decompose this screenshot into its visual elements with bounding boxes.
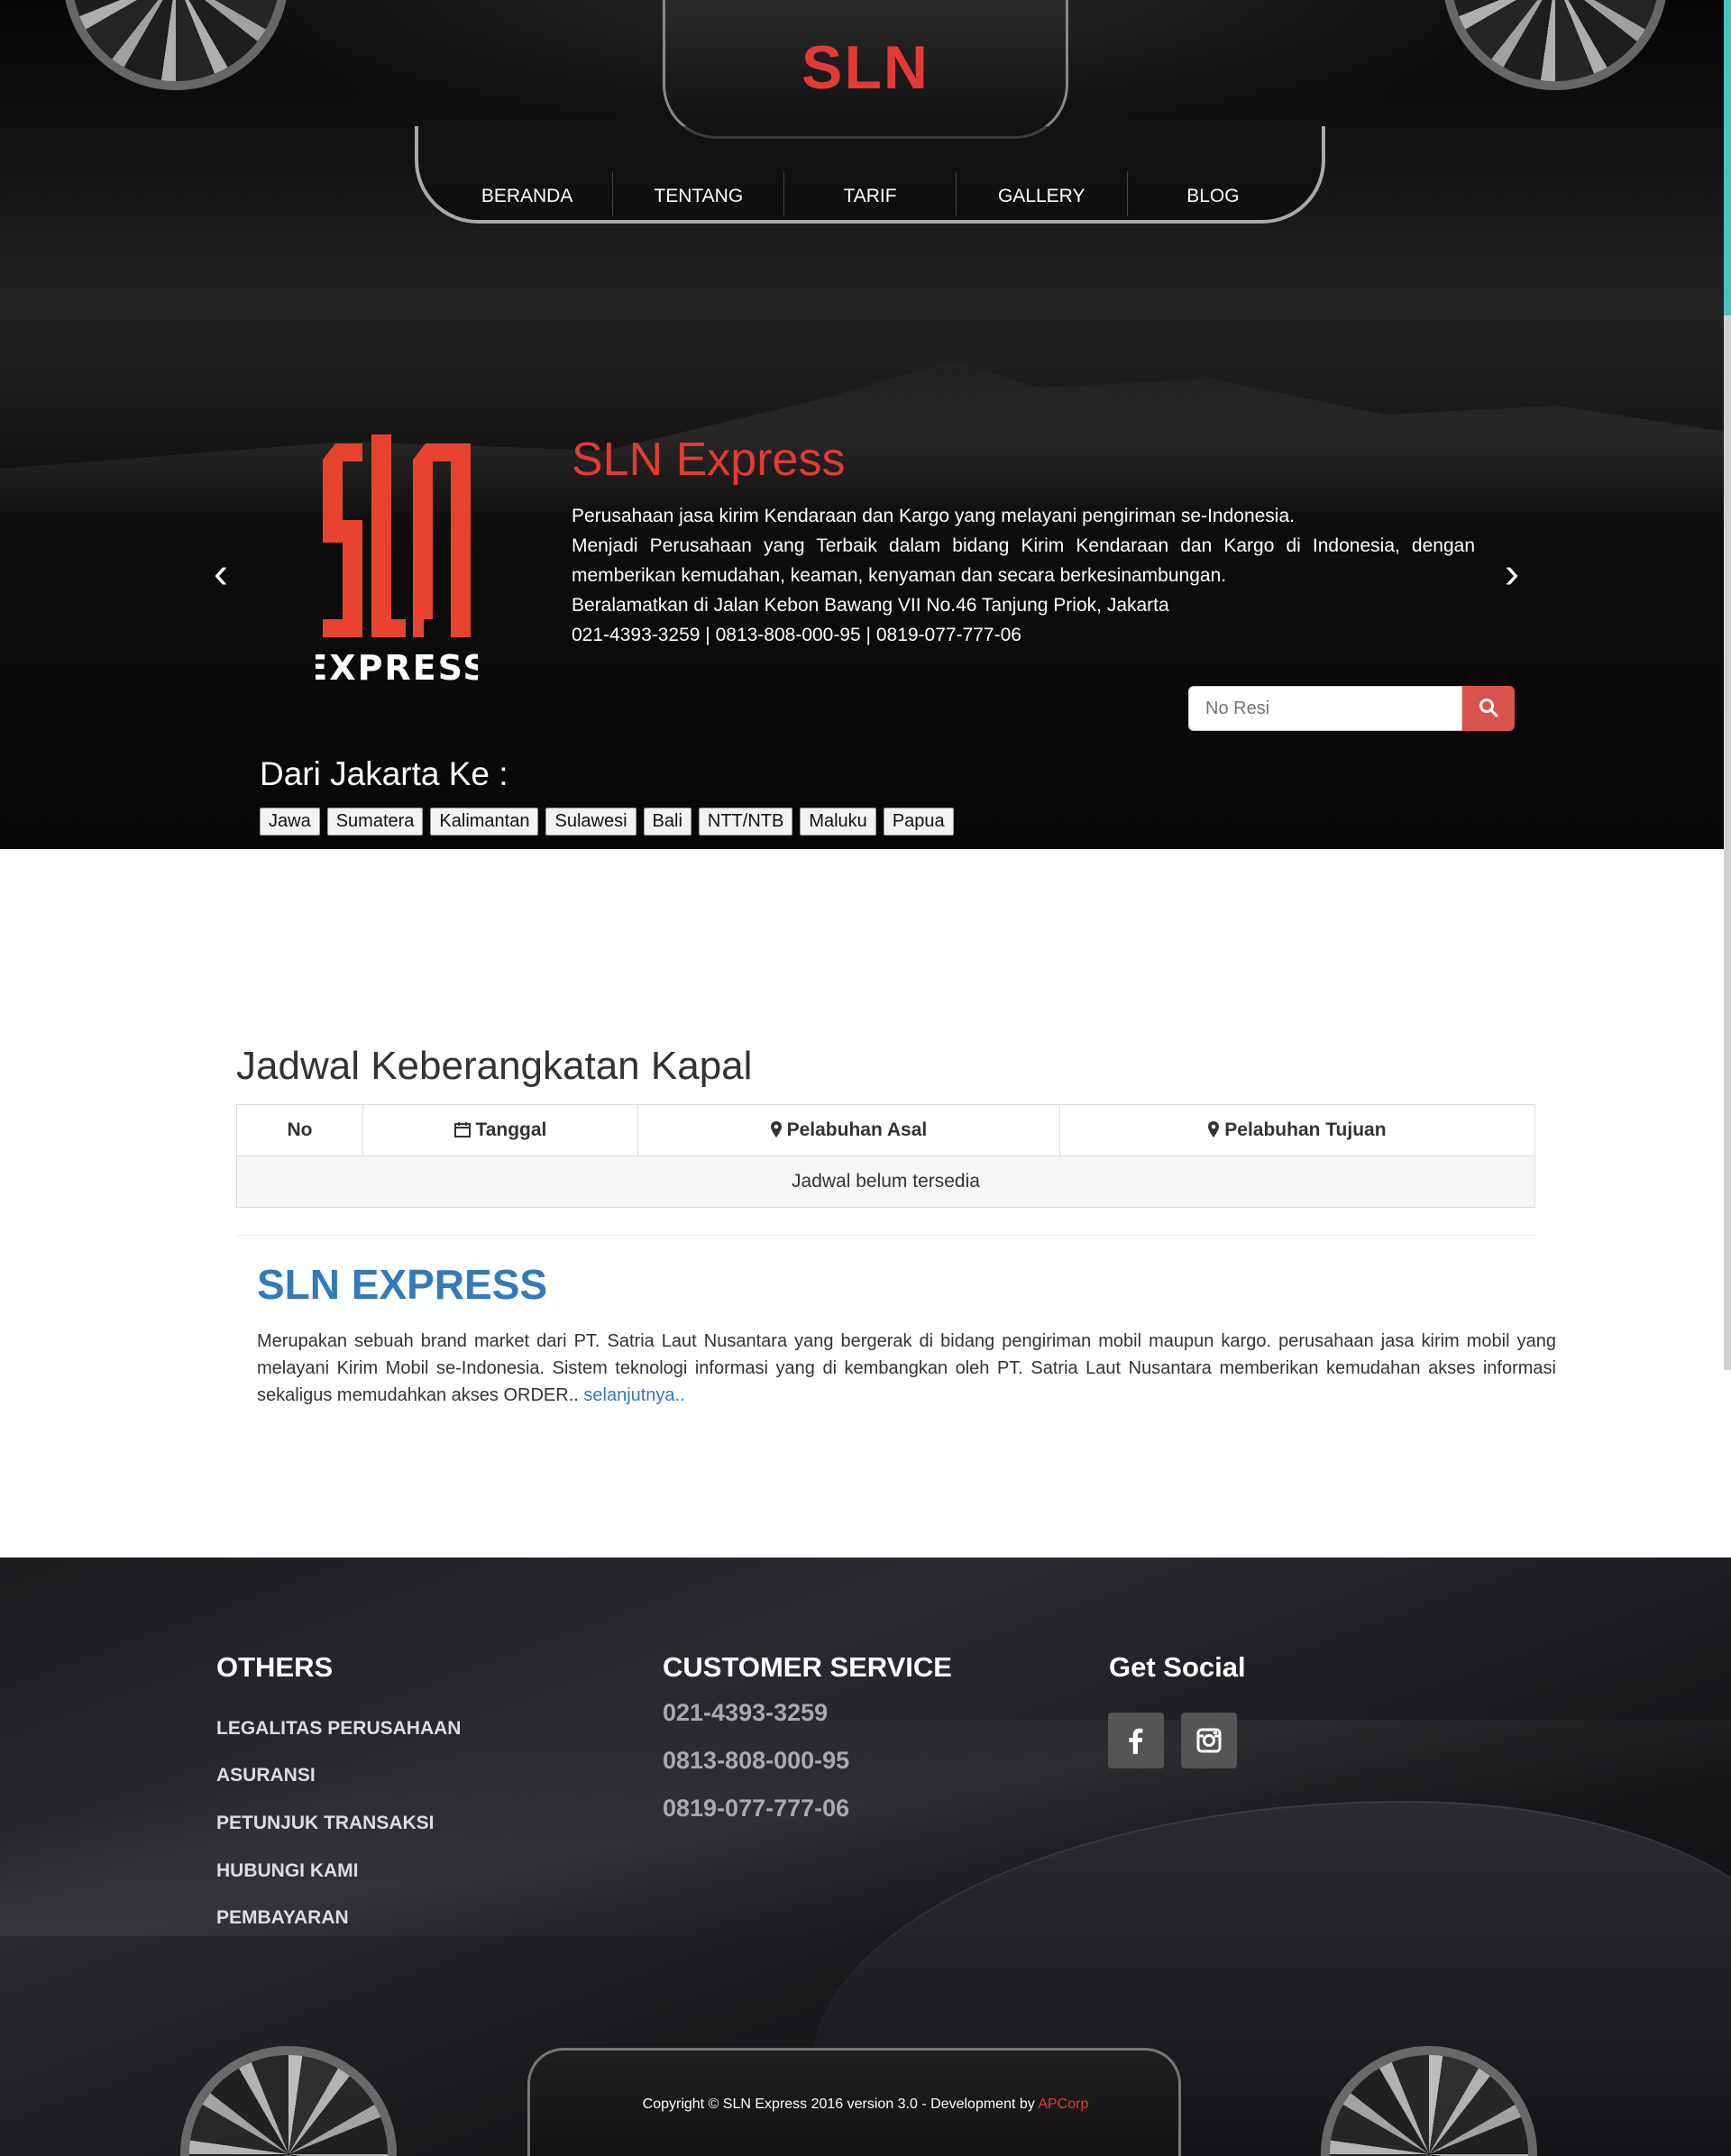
about-text: Merupakan sebuah brand market dari PT. S… xyxy=(257,1328,1556,1409)
col-tanggal-label: Tanggal xyxy=(475,1119,547,1140)
nav-gallery[interactable]: GALLERY xyxy=(957,171,1128,216)
copyright-text: Copyright © SLN Express 2016 version 3.0… xyxy=(642,2097,1039,2112)
dest-bali[interactable]: Bali xyxy=(643,808,691,836)
col-tanggal: Tanggal xyxy=(362,1104,638,1156)
carousel-next-icon[interactable]: › xyxy=(1494,552,1530,597)
about-title: SLN EXPRESS xyxy=(257,1261,548,1308)
customer-service-title: CUSTOMER SERVICE xyxy=(663,1651,952,1683)
nav-tarif[interactable]: TARIF xyxy=(784,171,957,216)
dest-jawa[interactable]: Jawa xyxy=(260,808,320,836)
schedule-table: No Tanggal Pelabuhan Asal Pelabuhan Tuju… xyxy=(236,1104,1535,1208)
sln-express-logo: EXPRESS xyxy=(304,434,488,691)
hero-line-4: 021-4393-3259 | 0813-808-000-95 | 0819-0… xyxy=(572,625,1021,645)
calendar-icon xyxy=(453,1119,476,1140)
resi-search-input[interactable] xyxy=(1188,686,1462,731)
footer-link-petunjuk[interactable]: PETUNJUK TRANSAKSI xyxy=(216,1813,435,1834)
cs-phone-1: 021-4393-3259 xyxy=(663,1699,829,1726)
instagram-icon xyxy=(1196,1728,1222,1753)
footer-link-hubungi[interactable]: HUBUNGI KAMI xyxy=(216,1860,359,1882)
cs-phone-3: 0819-077-777-06 xyxy=(663,1795,850,1822)
section-divider xyxy=(236,1235,1535,1236)
table-row: Jadwal belum tersedia xyxy=(236,1156,1535,1208)
footer-link-legalitas[interactable]: LEGALITAS PERUSAHAAN xyxy=(216,1718,461,1740)
hero-title: SLN Express xyxy=(572,434,846,486)
footer-link-pembayaran[interactable]: PEMBAYARAN xyxy=(216,1907,349,1929)
search-icon xyxy=(1479,698,1498,717)
mountain-backdrop xyxy=(0,361,1731,523)
hero-line-3: Beralamatkan di Jalan Kebon Bawang VII N… xyxy=(572,595,1169,616)
hero-line-1: Perusahaan jasa kirim Kendaraan dan Karg… xyxy=(572,506,1295,526)
dest-maluku[interactable]: Maluku xyxy=(800,808,876,836)
resi-search-button[interactable] xyxy=(1462,686,1515,731)
others-title: OTHERS xyxy=(216,1651,334,1683)
nav-blog[interactable]: BLOG xyxy=(1128,171,1298,216)
col-pelabuhan-asal: Pelabuhan Asal xyxy=(637,1104,1060,1156)
read-more-link[interactable]: selanjutnya.. xyxy=(583,1385,684,1405)
dest-papua[interactable]: Papua xyxy=(883,808,954,836)
col-pelabuhan-asal-label: Pelabuhan Asal xyxy=(786,1119,928,1140)
social-title: Get Social xyxy=(1109,1651,1246,1683)
hero-line-2: Menjadi Perusahaan yang Terbaik dalam bi… xyxy=(572,535,1475,586)
col-pelabuhan-tujuan-label: Pelabuhan Tujuan xyxy=(1224,1119,1387,1140)
schedule-empty-message: Jadwal belum tersedia xyxy=(236,1156,1535,1208)
carousel-prev-icon[interactable]: ‹ xyxy=(203,552,239,597)
logo-express-text: EXPRESS xyxy=(316,648,478,688)
col-no: No xyxy=(236,1104,363,1156)
scrollbar-thumb[interactable] xyxy=(1724,0,1731,315)
destination-tags: Jawa Sumatera Kalimantan Sulawesi Bali N… xyxy=(260,808,954,836)
map-marker-icon xyxy=(1208,1119,1224,1140)
hero-description: Perusahaan jasa kirim Kendaraan dan Karg… xyxy=(572,501,1475,650)
facebook-icon xyxy=(1129,1728,1143,1754)
cs-phone-2: 0813-808-000-95 xyxy=(663,1747,850,1774)
destination-title: Dari Jakarta Ke : xyxy=(260,755,508,792)
dest-ntt-ntb[interactable]: NTT/NTB xyxy=(698,808,793,836)
col-pelabuhan-tujuan: Pelabuhan Tujuan xyxy=(1059,1104,1535,1156)
nav-beranda[interactable]: BERANDA xyxy=(442,171,614,216)
dest-sulawesi[interactable]: Sulawesi xyxy=(545,808,637,836)
dest-sumatera[interactable]: Sumatera xyxy=(326,808,424,836)
schedule-title: Jadwal Keberangkatan Kapal xyxy=(236,1044,753,1088)
about-paragraph: Merupakan sebuah brand market dari PT. S… xyxy=(257,1331,1556,1405)
developer-link[interactable]: APCorp xyxy=(1038,2097,1088,2112)
facebook-button[interactable] xyxy=(1108,1713,1164,1768)
nav-tentang[interactable]: TENTANG xyxy=(613,171,785,216)
map-marker-icon xyxy=(770,1119,787,1140)
site-brand[interactable]: SLN xyxy=(0,32,1731,103)
instagram-button[interactable] xyxy=(1181,1713,1237,1768)
copyright: Copyright © SLN Express 2016 version 3.0… xyxy=(0,2097,1731,2113)
footer-link-asuransi[interactable]: ASURANSI xyxy=(216,1765,316,1786)
dest-kalimantan[interactable]: Kalimantan xyxy=(430,808,539,836)
main-nav: BERANDA TENTANG TARIF GALLERY BLOG xyxy=(442,171,1298,216)
